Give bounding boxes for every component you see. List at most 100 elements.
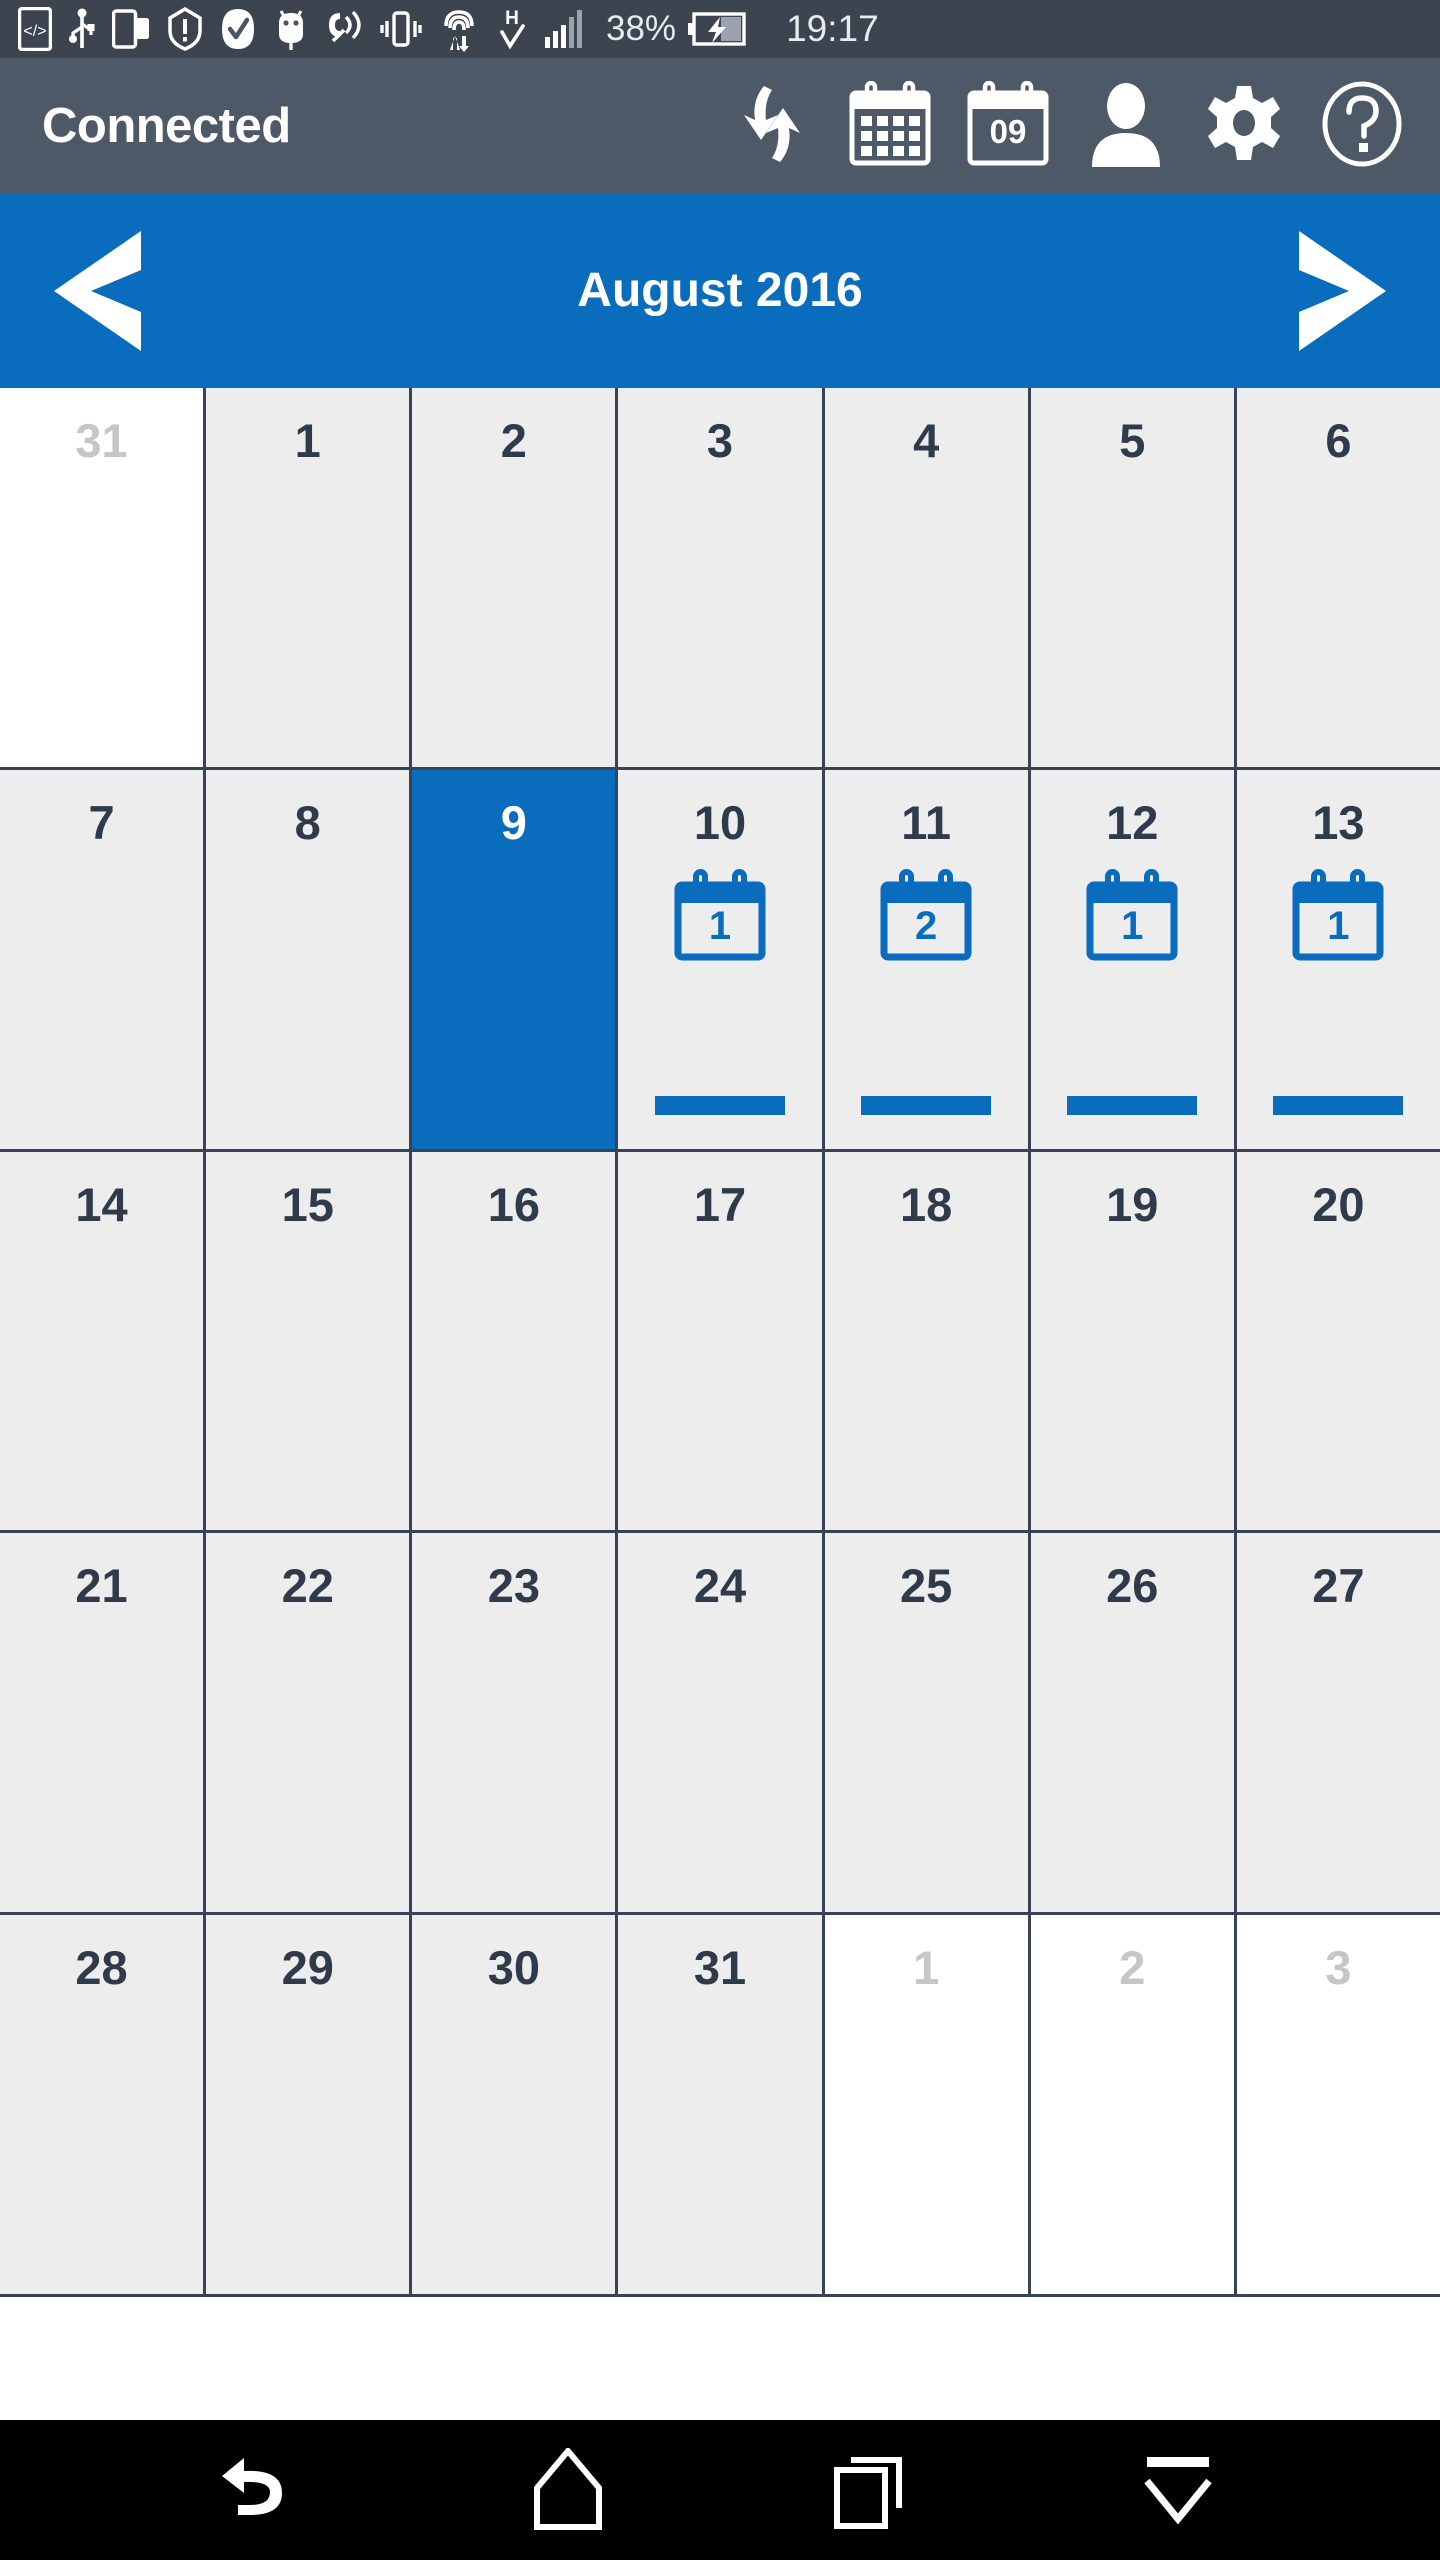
calendar-day-cell[interactable]: 19 [1030,1151,1234,1531]
profile-button[interactable] [1070,70,1182,182]
day-number: 2 [500,414,527,467]
event-count-badge-icon: 1 [1084,869,1180,961]
calendar-day-cell[interactable]: 8 [206,769,410,1149]
calendar-day-cell[interactable]: 22 [206,1533,410,1913]
hide-keyboard-icon [1137,2451,1219,2530]
event-count-label: 1 [708,904,732,949]
event-count-badge-icon: 1 [1290,869,1386,961]
day-number: 21 [75,1559,128,1613]
calendar-day-cell[interactable]: 20 [1236,1151,1440,1531]
day-number: 19 [1106,1177,1159,1231]
next-month-button[interactable] [1264,216,1414,366]
day-number: 1 [294,414,321,467]
calendar-day-cell[interactable]: 3 [618,388,822,767]
svg-text:H: H [505,8,519,29]
calendar-day-cell[interactable]: 3 [1236,1915,1440,2294]
calendar-month-icon [848,80,932,170]
calendar-day-cell[interactable]: 2 [412,388,616,767]
calendar-day-cell[interactable]: 12 1 [1030,769,1234,1149]
calendar-day-cell[interactable]: 9 [412,769,616,1149]
calendar-day-cell[interactable]: 17 [618,1151,822,1531]
hspa-network-icon: H [496,6,528,52]
day-number: 7 [88,795,115,849]
battery-charging-icon [686,6,748,52]
month-title: August 2016 [577,264,863,317]
day-number: 20 [1312,1177,1365,1231]
calendar-day-cell[interactable]: 25 [824,1533,1028,1913]
calendar-day-cell[interactable]: 4 [824,388,1028,767]
help-icon [1320,80,1404,171]
screen-cast-icon [112,6,152,52]
status-bar: </> H 38% 19:17 [0,0,1440,58]
settings-button[interactable] [1188,70,1300,182]
calendar-day-cell[interactable]: 16 [412,1151,616,1531]
header-actions: 09 [716,70,1418,182]
day-number: 6 [1325,414,1352,467]
gear-icon [1204,84,1284,167]
day-number: 10 [693,795,747,849]
calendar-day-cell[interactable]: 29 [206,1915,410,2294]
nav-home-button[interactable] [493,2435,643,2545]
nav-back-button[interactable] [188,2435,338,2545]
vibrate-ring-icon [324,6,364,52]
calendar-day-cell[interactable]: 18 [824,1151,1028,1531]
day-number: 14 [75,1177,128,1231]
calendar-grid: 31 1 2 3 4 5 6 7 8 9 10 1 11 2 12 1 13 1 14 15 16 17 18 19 20 21 2… [0,388,1440,2297]
calendar-day-cell[interactable]: 2 [1030,1915,1234,2294]
warning-shield-icon [168,6,202,52]
sync-button[interactable] [716,70,828,182]
event-indicator-bar [1273,1095,1404,1115]
home-icon [533,2445,603,2533]
calendar-day-cell[interactable]: 5 [1030,388,1234,767]
calendar-day-cell[interactable]: 24 [618,1533,822,1913]
calendar-day-cell[interactable]: 23 [412,1533,616,1913]
calendar-day-cell[interactable]: 21 [0,1533,204,1913]
month-navigation-bar: August 2016 [0,193,1440,388]
event-count-label: 2 [915,904,938,949]
prev-month-button[interactable] [26,216,176,366]
calendar-day-cell[interactable]: 7 [0,769,204,1149]
day-number: 29 [281,1941,334,1995]
signal-bars-icon [544,6,586,52]
day-number: 27 [1312,1559,1365,1613]
calendar-day-cell[interactable]: 6 [1236,388,1440,767]
calendar-day-cell[interactable]: 28 [0,1915,204,2294]
calendar-day-cell[interactable]: 27 [1236,1533,1440,1913]
person-icon [1088,81,1164,170]
back-icon [220,2449,306,2532]
calendar-day-cell[interactable]: 31 [618,1915,822,2294]
usb-debugging-icon [68,6,96,52]
day-number: 24 [693,1559,747,1613]
android-navigation-bar [0,2420,1440,2560]
nav-recents-button[interactable] [798,2435,948,2545]
vibrate-icon [380,6,422,52]
nav-hide-keyboard-button[interactable] [1103,2435,1253,2545]
calendar-day-cell[interactable]: 14 [0,1151,204,1531]
day-number: 22 [281,1559,334,1613]
calendar-day-cell[interactable]: 11 2 [824,769,1028,1149]
calendar-day-cell[interactable]: 30 [412,1915,616,2294]
android-bug-icon [274,6,308,52]
event-indicator-bar [1067,1095,1198,1115]
app-title: Connected [42,98,291,153]
month-view-button[interactable] [834,70,946,182]
battery-percent-label: 38% [606,9,677,48]
help-button[interactable] [1306,70,1418,182]
calendar-day-cell[interactable]: 15 [206,1151,410,1531]
calendar-day-cell[interactable]: 10 1 [618,769,822,1149]
status-clock: 19:17 [786,8,879,49]
day-number: 30 [487,1941,540,1995]
day-number: 25 [899,1559,953,1613]
calendar-day-cell[interactable]: 13 1 [1236,769,1440,1149]
app-header: Connected 09 [0,58,1440,193]
day-number: 5 [1119,414,1146,467]
calendar-day-cell[interactable]: 1 [824,1915,1028,2294]
calendar-day-cell[interactable]: 1 [206,388,410,767]
calendar-day-icon: 09 [966,80,1050,170]
calendar-day-cell[interactable]: 31 [0,388,204,767]
day-number: 31 [75,414,128,467]
day-number: 1 [913,1941,940,1995]
day-view-button[interactable]: 09 [952,70,1064,182]
calendar-day-cell[interactable]: 26 [1030,1533,1234,1913]
event-indicator-bar [861,1095,992,1115]
